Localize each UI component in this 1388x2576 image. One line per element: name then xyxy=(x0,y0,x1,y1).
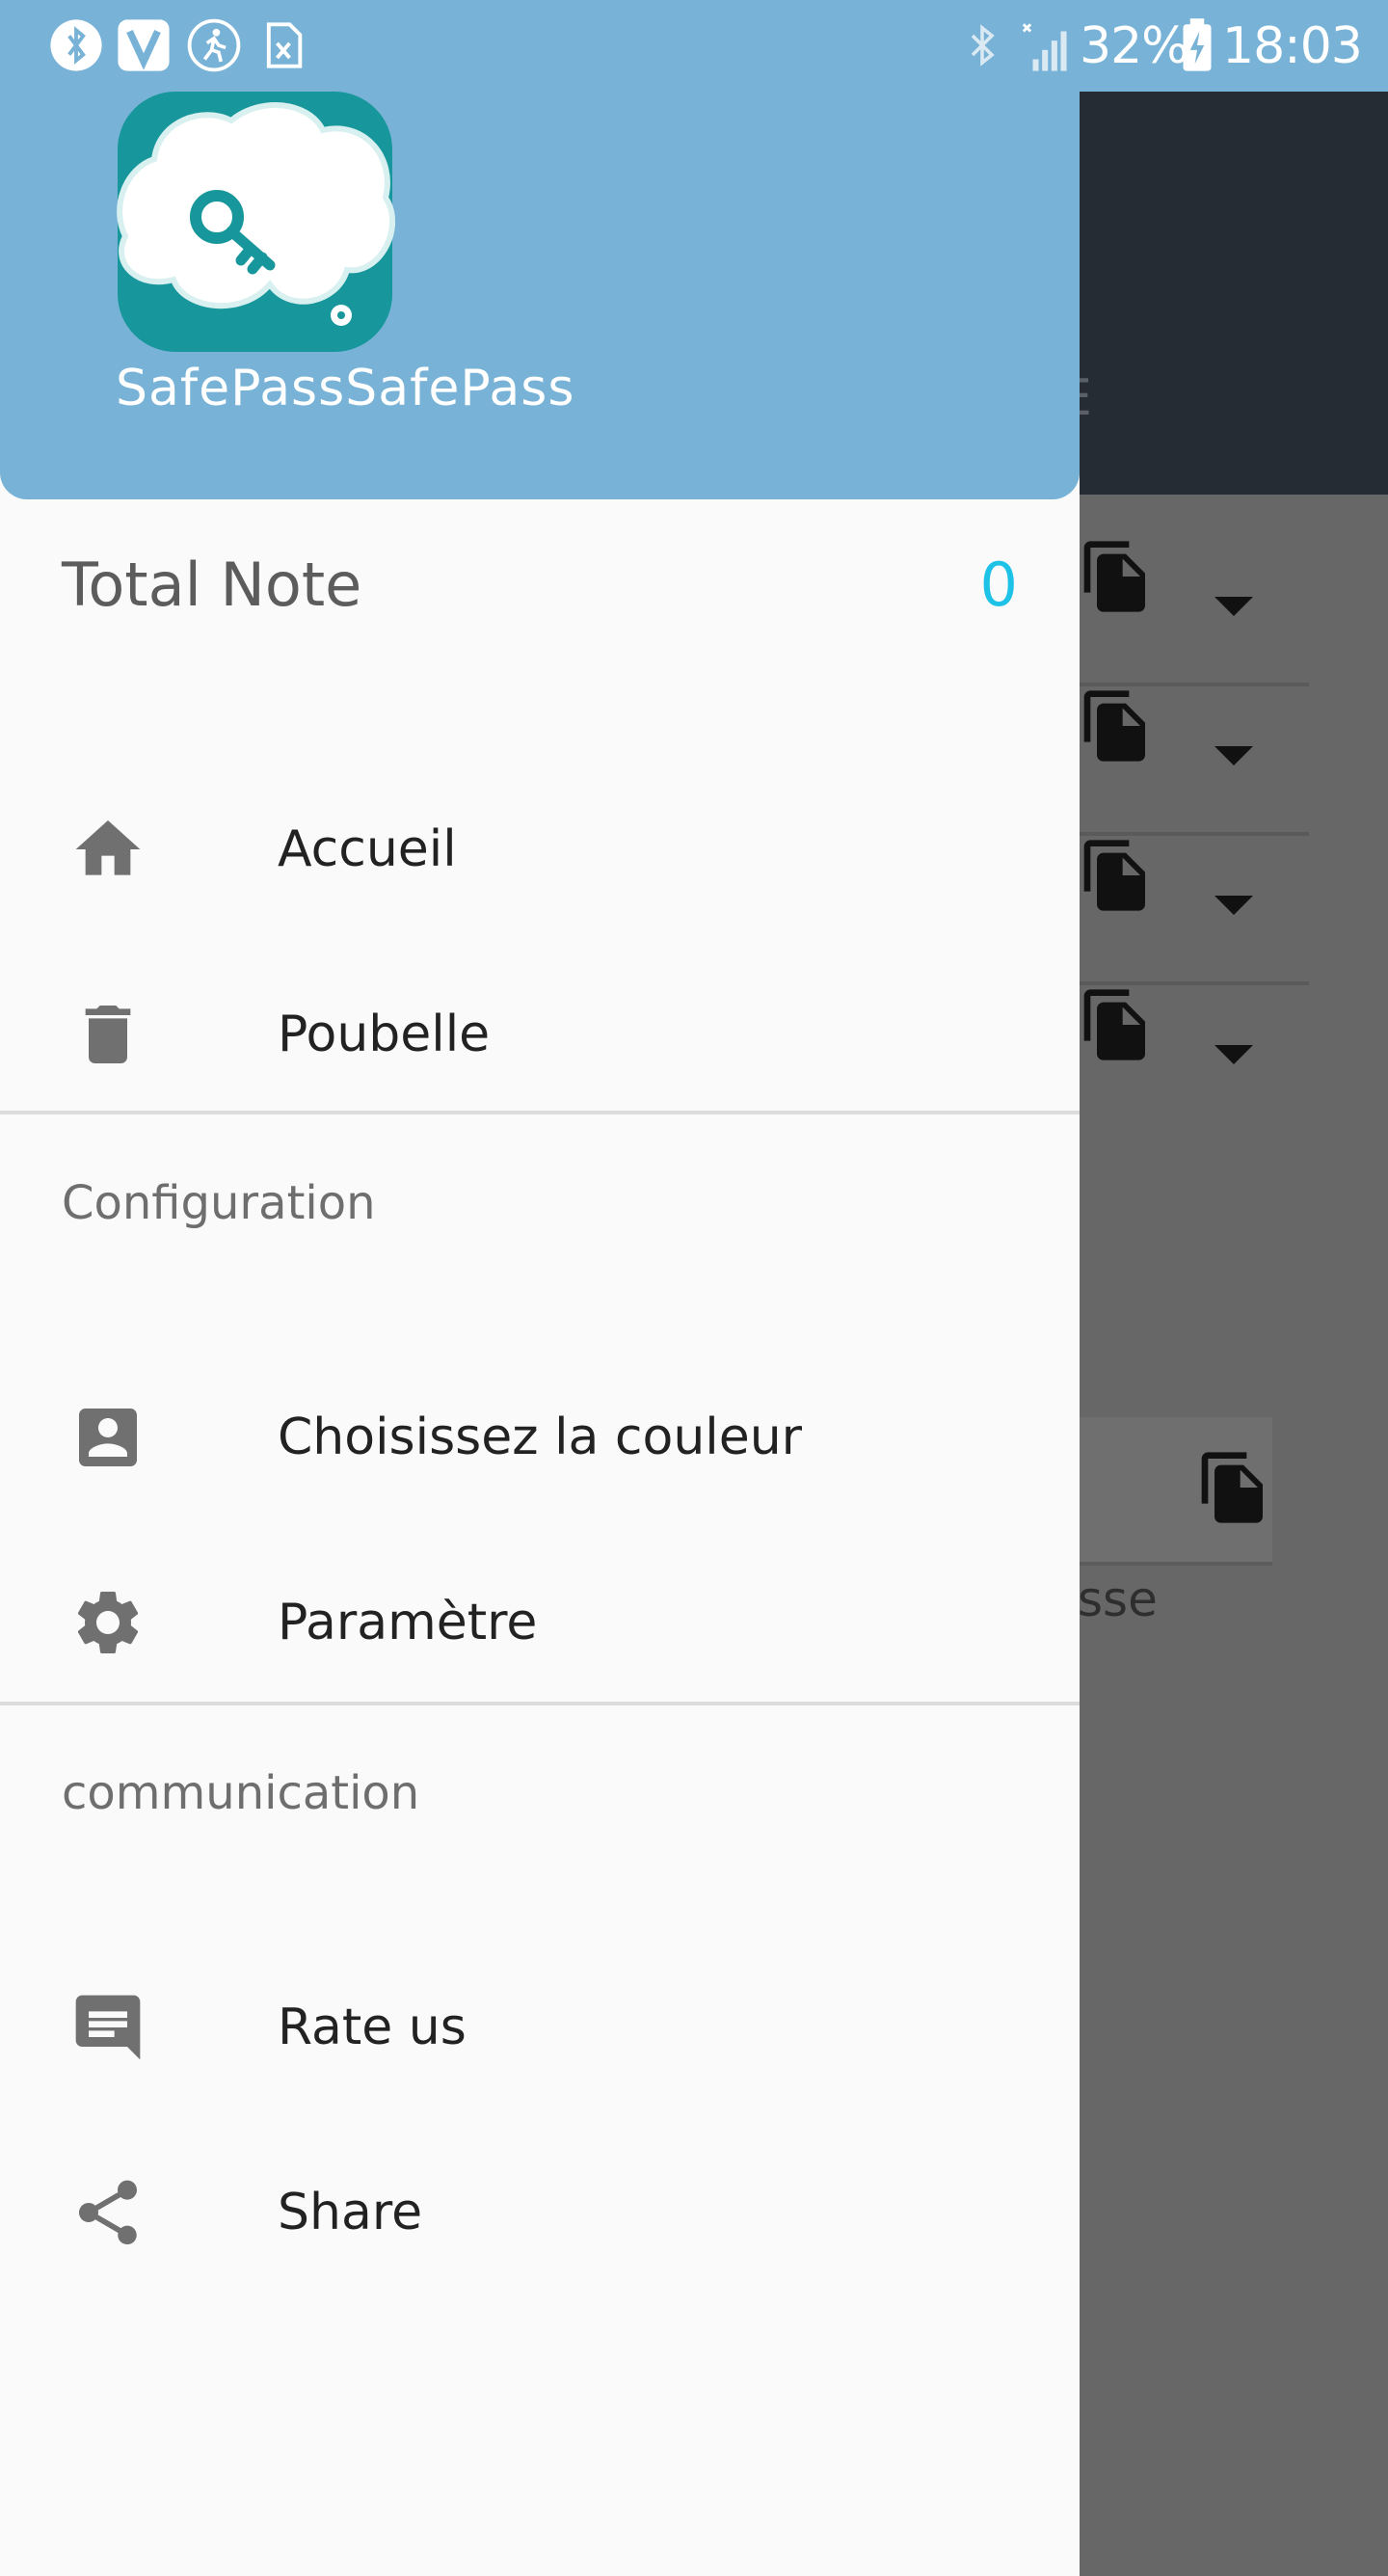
excel-file-icon xyxy=(266,22,303,68)
total-note-label: Total Note xyxy=(62,550,362,620)
copy-icon xyxy=(1083,840,1145,911)
section-header-configuration: Configuration xyxy=(62,1176,376,1230)
menu-item-settings[interactable]: Paramètre xyxy=(0,1530,1080,1704)
app-name: SafePassSafePass xyxy=(116,360,575,417)
section-header-communication: communication xyxy=(62,1766,420,1820)
contact-icon xyxy=(79,1409,137,1466)
menu-label: Choisissez la couleur xyxy=(278,1409,803,1466)
dropdown-caret-icon xyxy=(1214,746,1253,765)
background-card-text: sse xyxy=(1078,1571,1158,1627)
menu-label: Rate us xyxy=(278,1999,467,2056)
app-logo-icon xyxy=(117,92,395,352)
menu-item-rate-us[interactable]: Rate us xyxy=(0,1935,1080,2108)
gear-icon xyxy=(77,1592,139,1653)
activity-icon xyxy=(187,18,241,72)
trash-icon xyxy=(85,1006,131,1063)
feedback-icon xyxy=(75,1995,141,2060)
background-list-row xyxy=(1078,683,1309,836)
dropdown-caret-icon xyxy=(1214,896,1253,915)
drawer-header: SafePassSafePass xyxy=(0,92,1080,499)
copy-icon xyxy=(1083,690,1145,762)
copy-icon xyxy=(1201,1452,1263,1523)
bluetooth-circle-icon xyxy=(50,19,102,71)
menu-item-share[interactable]: Share xyxy=(0,2120,1080,2294)
menu-item-choose-color[interactable]: Choisissez la couleur xyxy=(0,1345,1080,1518)
vivino-app-icon xyxy=(118,19,170,71)
menu-label: Paramètre xyxy=(278,1594,538,1651)
menu-item-accueil[interactable]: Accueil xyxy=(0,757,1080,930)
share-icon xyxy=(79,2180,137,2245)
battery-charging-icon xyxy=(1183,18,1212,71)
clock: 18:03 xyxy=(1222,17,1363,75)
background-list-row xyxy=(1078,832,1309,985)
menu-label: Accueil xyxy=(278,820,457,878)
battery-percentage: 32% xyxy=(1080,17,1189,75)
copy-icon xyxy=(1083,541,1145,612)
background-list-row xyxy=(1078,981,1309,1131)
divider xyxy=(0,1111,1080,1114)
menu-label: Poubelle xyxy=(278,1006,491,1063)
dropdown-caret-icon xyxy=(1214,597,1253,616)
home-icon xyxy=(75,820,141,875)
menu-label: Share xyxy=(278,2184,423,2241)
dropdown-caret-icon xyxy=(1214,1045,1253,1064)
background-card xyxy=(1078,1417,1272,1566)
total-note-row: Total Note 0 xyxy=(0,550,1080,656)
signal-icon xyxy=(1022,23,1067,71)
total-note-count: 0 xyxy=(979,550,1018,620)
background-list-row xyxy=(1078,533,1309,686)
copy-icon xyxy=(1083,989,1145,1060)
status-bar: 32% 18:03 xyxy=(0,0,1388,92)
menu-item-poubelle[interactable]: Poubelle xyxy=(0,942,1080,1115)
navigation-drawer: SafePassSafePass Total Note 0 Accueil Po… xyxy=(0,92,1080,2576)
divider xyxy=(0,1702,1080,1705)
bluetooth-icon xyxy=(971,24,995,67)
